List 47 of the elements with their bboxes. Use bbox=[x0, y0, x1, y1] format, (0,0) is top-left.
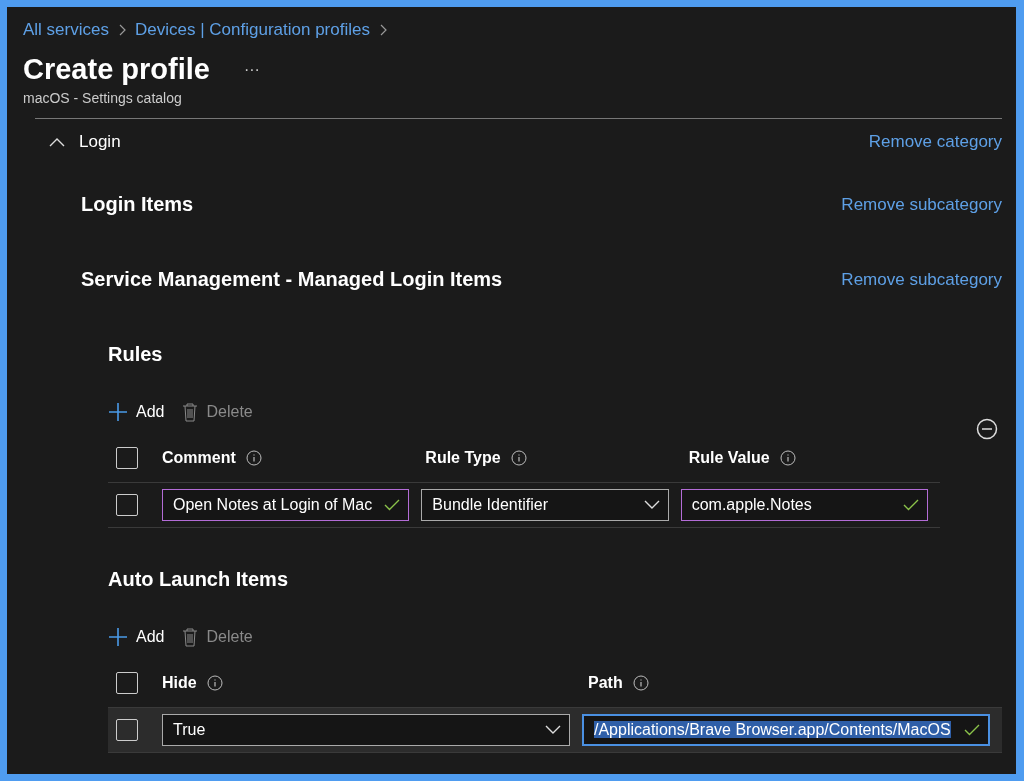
remove-category-link[interactable]: Remove category bbox=[868, 132, 1002, 152]
subcategory-title: Login Items bbox=[81, 193, 194, 216]
checkmark-icon bbox=[903, 499, 919, 511]
remove-circle-icon[interactable] bbox=[976, 418, 998, 440]
breadcrumb-link[interactable]: All services bbox=[23, 20, 109, 40]
text-input[interactable]: com.apple.Notes bbox=[680, 489, 928, 521]
trash-icon bbox=[182, 402, 199, 422]
remove-subcategory-link[interactable]: Remove subcategory bbox=[841, 194, 1002, 215]
info-icon[interactable] bbox=[779, 450, 796, 466]
row-checkbox[interactable] bbox=[116, 494, 138, 516]
info-icon[interactable] bbox=[632, 675, 649, 691]
page-title: Create profile bbox=[23, 53, 210, 86]
checkmark-icon bbox=[384, 499, 401, 511]
select-all-checkbox[interactable] bbox=[116, 672, 138, 694]
info-icon[interactable] bbox=[510, 450, 527, 466]
checkmark-icon bbox=[964, 724, 980, 736]
column-header: Rule Type bbox=[425, 449, 501, 467]
breadcrumb-link[interactable]: Devices | Configuration profiles bbox=[134, 20, 370, 40]
add-button[interactable]: Add bbox=[108, 402, 165, 422]
select-all-checkbox[interactable] bbox=[116, 447, 138, 469]
plus-icon bbox=[108, 402, 128, 422]
column-header: Path bbox=[588, 674, 623, 692]
delete-button[interactable]: Delete bbox=[182, 402, 253, 422]
delete-button[interactable]: Delete bbox=[182, 627, 253, 647]
info-icon[interactable] bbox=[245, 450, 262, 466]
dropdown[interactable]: Bundle Identifier bbox=[421, 489, 669, 521]
more-button[interactable]: ··· bbox=[239, 60, 264, 79]
dropdown[interactable]: True bbox=[162, 714, 570, 746]
text-input[interactable]: Open Notes at Login of Mac bbox=[162, 489, 410, 521]
row-checkbox[interactable] bbox=[116, 719, 138, 741]
add-button[interactable]: Add bbox=[108, 627, 165, 647]
chevron-down-icon bbox=[643, 500, 660, 510]
remove-subcategory-link[interactable]: Remove subcategory bbox=[841, 269, 1002, 290]
plus-icon bbox=[108, 627, 128, 647]
chevron-up-icon bbox=[49, 137, 65, 147]
info-icon[interactable] bbox=[206, 675, 223, 691]
trash-icon bbox=[182, 627, 199, 647]
category-toggle[interactable]: Login bbox=[49, 132, 121, 152]
table-title: Auto Launch Items bbox=[108, 568, 289, 591]
table-title: Rules bbox=[108, 343, 164, 366]
column-header: Rule Value bbox=[688, 449, 770, 467]
page-subtitle: macOS - Settings catalog bbox=[23, 90, 183, 106]
subcategory-title: Service Management - Managed Login Items bbox=[81, 268, 503, 291]
column-header: Comment bbox=[162, 449, 236, 467]
column-header: Hide bbox=[162, 674, 197, 692]
chevron-down-icon bbox=[545, 725, 561, 735]
text-input[interactable]: /Applications/Brave Browser.app/Contents/MacOS bbox=[582, 714, 990, 746]
